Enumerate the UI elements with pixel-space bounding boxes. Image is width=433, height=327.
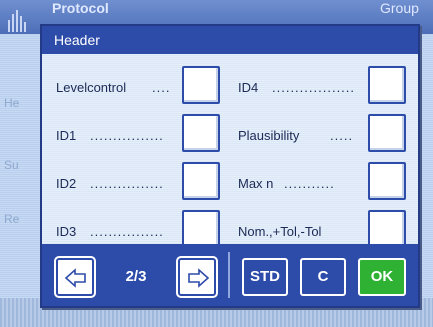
cancel-button[interactable]: C xyxy=(300,258,346,296)
previous-page-button[interactable] xyxy=(54,256,96,298)
checkbox-id3[interactable] xyxy=(182,210,220,248)
option-label: Max n xyxy=(238,176,274,191)
ok-button[interactable]: OK xyxy=(358,258,406,296)
background-row-header: He xyxy=(4,96,20,110)
arrow-left-icon xyxy=(64,268,86,288)
dialog-footer: 2/3 STD C OK xyxy=(42,244,418,306)
dialog-title: Header xyxy=(42,26,418,54)
option-label: ID3 xyxy=(56,224,77,239)
option-label: Nom.,+Tol,-Tol xyxy=(238,224,322,239)
option-label: ID2 xyxy=(56,176,77,191)
arrow-right-icon xyxy=(188,268,210,288)
background-row-summary: Su xyxy=(4,158,19,172)
option-label: Plausibility xyxy=(238,128,300,143)
checkbox-id1[interactable] xyxy=(182,114,220,152)
background-row-result: Re xyxy=(4,212,20,226)
option-label: ID4 xyxy=(238,80,259,95)
checkbox-id2[interactable] xyxy=(182,162,220,200)
header-dialog: Header Levelcontrol .... ID1 ...........… xyxy=(40,24,420,308)
checkbox-levelcontrol[interactable] xyxy=(182,66,220,104)
checkbox-id4[interactable] xyxy=(368,66,406,104)
option-dots: ................ xyxy=(90,176,164,191)
option-dots: .................. xyxy=(272,80,356,95)
option-label: ID1 xyxy=(56,128,77,143)
checkbox-plausibility[interactable] xyxy=(368,114,406,152)
checkbox-max-n[interactable] xyxy=(368,162,406,200)
background-app-title-right: Group xyxy=(380,0,419,16)
option-dots: ..... xyxy=(330,128,354,143)
option-dots: ........... xyxy=(284,176,335,191)
page-indicator: 2/3 xyxy=(125,268,147,285)
std-button[interactable]: STD xyxy=(242,258,288,296)
footer-separator xyxy=(228,252,230,298)
dialog-body: Levelcontrol .... ID1 ................ I… xyxy=(42,54,418,248)
option-dots: ................ xyxy=(90,128,164,143)
next-page-button[interactable] xyxy=(176,256,218,298)
option-dots: ................ xyxy=(90,224,164,239)
checkbox-nominal-tolerance[interactable] xyxy=(368,210,406,248)
option-dots: .... xyxy=(152,80,171,95)
option-label: Levelcontrol xyxy=(56,80,127,95)
balance-logo-icon xyxy=(8,10,26,32)
background-app-title: Protocol xyxy=(52,0,109,16)
